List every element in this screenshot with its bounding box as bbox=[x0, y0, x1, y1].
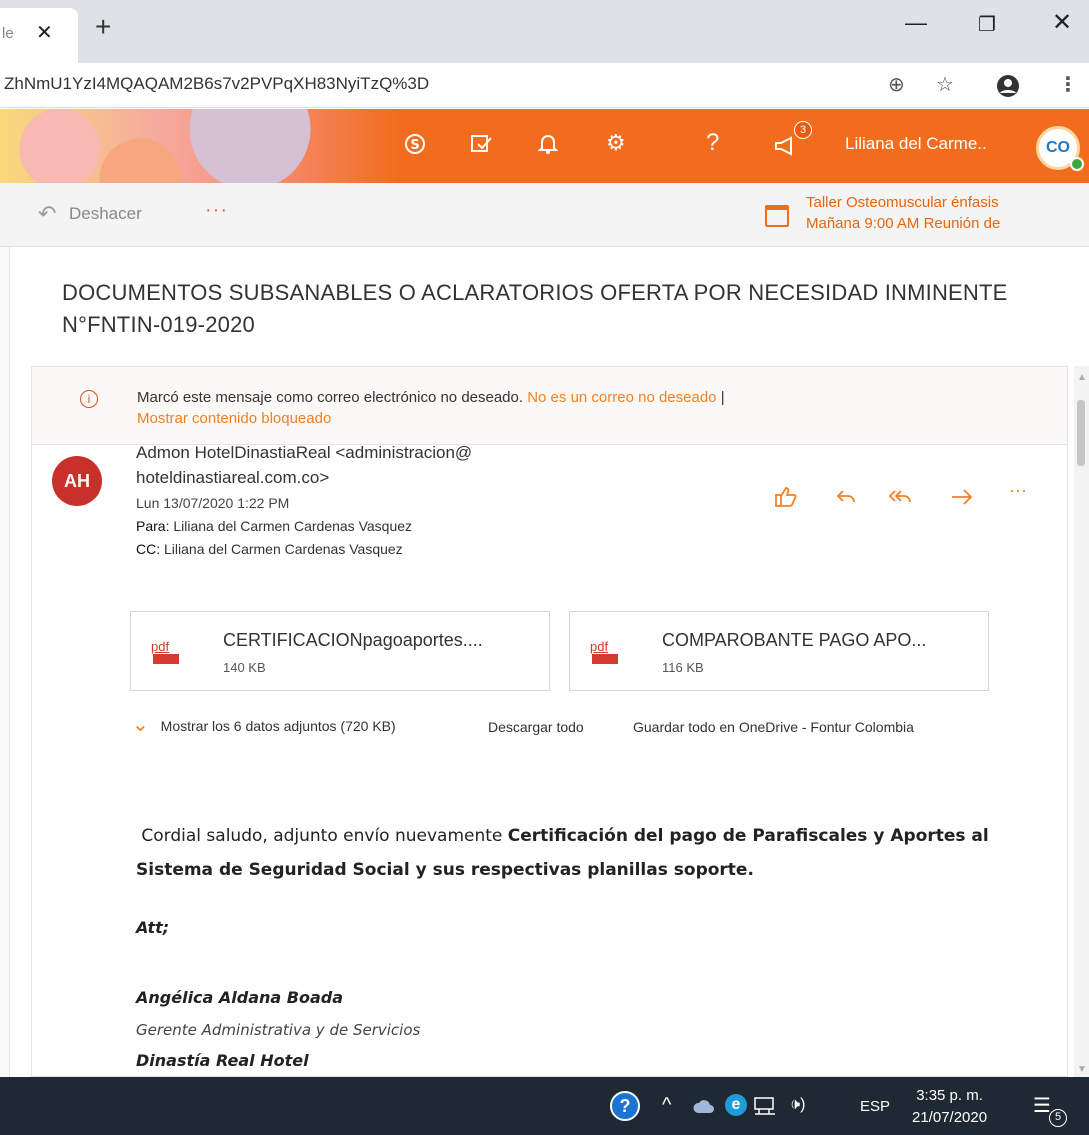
attachment-size: 116 KB bbox=[662, 660, 704, 675]
attachment-name: COMPAROBANTE PAGO APO... bbox=[662, 630, 927, 650]
body-intro: Cordial saludo, adjunto envío nuevamente bbox=[136, 826, 508, 846]
chevron-down-icon: ⌄ bbox=[132, 714, 149, 736]
tab-title: le bbox=[2, 25, 14, 42]
zoom-icon[interactable]: ⊕ bbox=[888, 72, 905, 97]
close-window-button[interactable]: ✕ bbox=[1052, 8, 1072, 37]
clock[interactable]: 3:35 p. m. 21/07/2020 bbox=[912, 1085, 987, 1129]
reply-icon[interactable] bbox=[835, 487, 857, 507]
attachment-card[interactable]: pdf CERTIFICACIONpagoaportes.... 140 KB bbox=[130, 611, 550, 691]
language-indicator[interactable]: ESP bbox=[860, 1098, 890, 1115]
like-icon[interactable] bbox=[773, 485, 799, 509]
undo-button[interactable]: Deshacer bbox=[69, 204, 142, 224]
clock-date: 21/07/2020 bbox=[912, 1109, 988, 1126]
sender-avatar[interactable]: AH bbox=[52, 456, 102, 506]
command-bar: ↶ Deshacer ··· Taller Osteomuscular énfa… bbox=[0, 183, 1089, 247]
address-bar: ZhNmU1YzI4MQAQAM2B6s7v2PVPqXH83NyiTzQ%3D… bbox=[0, 63, 1089, 108]
cc-label: CC: bbox=[136, 541, 161, 557]
more-actions-button[interactable]: ··· bbox=[205, 199, 228, 222]
header-decoration bbox=[0, 109, 400, 183]
download-all-button[interactable]: Descargar todo bbox=[488, 719, 584, 735]
info-icon: i bbox=[80, 390, 98, 408]
show-all-attachments-label: Mostrar los 6 datos adjuntos (720 KB) bbox=[160, 718, 396, 734]
onedrive-icon[interactable] bbox=[692, 1099, 716, 1115]
junk-notice-bar: i Marcó este mensaje como correo electró… bbox=[32, 367, 1067, 445]
todo-icon[interactable] bbox=[470, 133, 494, 155]
message-date: Lun 13/07/2020 1:22 PM bbox=[136, 495, 290, 511]
to-label: Para: bbox=[136, 518, 170, 534]
show-all-attachments[interactable]: ⌄ Mostrar los 6 datos adjuntos (720 KB) bbox=[132, 712, 396, 737]
message-card: i Marcó este mensaje como correo electró… bbox=[31, 366, 1068, 1077]
pdf-icon: pdf bbox=[151, 632, 179, 668]
reminder-detail: Mañana 9:00 AM Reunión de bbox=[806, 215, 1001, 232]
scroll-up-icon[interactable]: ▲ bbox=[1077, 372, 1087, 383]
to-recipient[interactable]: Liliana del Carmen Cardenas Vasquez bbox=[173, 518, 412, 534]
message-subject: DOCUMENTOS SUBSANABLES O ACLARATORIOS OF… bbox=[62, 280, 1008, 337]
gear-icon[interactable]: ⚙ bbox=[606, 130, 626, 156]
junk-notice-label: Marcó este mensaje como correo electróni… bbox=[137, 389, 524, 406]
save-to-onedrive-button[interactable]: Guardar todo en OneDrive - Fontur Colomb… bbox=[633, 719, 914, 735]
volume-icon[interactable]: 🕩) bbox=[790, 1096, 805, 1114]
profile-icon[interactable] bbox=[996, 74, 1020, 98]
signature-att: Att; bbox=[136, 918, 170, 937]
undo-icon[interactable]: ↶ bbox=[38, 201, 56, 227]
signature-company: Dinastía Real Hotel bbox=[136, 1051, 309, 1070]
folder-pane-edge bbox=[0, 247, 10, 1077]
pdf-icon: pdf bbox=[590, 632, 618, 668]
browser-tab-strip: le ✕ + — ❐ ✕ bbox=[0, 0, 1089, 63]
scrollbar[interactable]: ▲ ▼ bbox=[1074, 366, 1089, 1077]
attachment-name: CERTIFICACIONpagoaportes.... bbox=[223, 630, 483, 650]
new-tab-button[interactable]: + bbox=[95, 13, 111, 41]
windows-taskbar: ? ^ e 🕩) ESP 3:35 p. m. 21/07/2020 ☰ 5 bbox=[0, 1077, 1089, 1135]
outlook-header: S ⚙ ? 3 Liliana del Carme.. CO bbox=[0, 109, 1089, 183]
action-center-badge: 5 bbox=[1049, 1109, 1067, 1127]
presence-status-icon bbox=[1070, 157, 1084, 171]
attachment-card[interactable]: pdf COMPAROBANTE PAGO APO... 116 KB bbox=[569, 611, 989, 691]
minimize-button[interactable]: — bbox=[905, 10, 927, 36]
help-icon[interactable]: ? bbox=[706, 129, 719, 157]
reminder-title: Taller Osteomuscular énfasis bbox=[806, 194, 999, 211]
edge-icon[interactable]: e bbox=[725, 1094, 747, 1116]
url-input[interactable]: ZhNmU1YzI4MQAQAM2B6s7v2PVPqXH83NyiTzQ%3D bbox=[4, 74, 429, 94]
reply-all-icon[interactable] bbox=[887, 487, 915, 507]
signature-name: Angélica Aldana Boada bbox=[136, 988, 344, 1007]
browser-menu-icon[interactable]: ⋮ bbox=[1058, 72, 1078, 97]
calendar-icon[interactable] bbox=[765, 205, 789, 227]
attachment-size: 140 KB bbox=[223, 660, 266, 675]
maximize-button[interactable]: ❐ bbox=[978, 12, 996, 37]
junk-notice-text: Marcó este mensaje como correo electróni… bbox=[137, 387, 725, 429]
message-body: Cordial saludo, adjunto envío nuevamente… bbox=[136, 819, 1016, 887]
sender-name-line: Admon HotelDinastiaReal <administracion@ bbox=[136, 443, 473, 462]
more-message-actions-button[interactable]: ··· bbox=[1009, 480, 1027, 501]
action-center-icon[interactable]: ☰ bbox=[1033, 1093, 1051, 1118]
megaphone-icon[interactable] bbox=[773, 135, 799, 157]
bell-icon[interactable] bbox=[538, 133, 558, 155]
calendar-reminder[interactable]: Taller Osteomuscular énfasis Mañana 9:00… bbox=[806, 192, 1000, 234]
scrollbar-thumb[interactable] bbox=[1077, 400, 1085, 466]
skype-icon[interactable]: S bbox=[404, 133, 426, 155]
help-icon[interactable]: ? bbox=[610, 1091, 640, 1121]
user-name[interactable]: Liliana del Carme.. bbox=[845, 134, 987, 154]
bookmark-star-icon[interactable]: ☆ bbox=[936, 72, 954, 97]
forward-icon[interactable] bbox=[949, 487, 975, 507]
browser-tab[interactable]: le ✕ bbox=[0, 8, 78, 63]
not-junk-link[interactable]: No es un correo no deseado bbox=[527, 389, 716, 406]
show-blocked-content-link[interactable]: Mostrar contenido bloqueado bbox=[137, 410, 331, 427]
network-icon[interactable] bbox=[753, 1096, 777, 1116]
chevron-up-icon[interactable]: ^ bbox=[662, 1094, 671, 1117]
separator: | bbox=[720, 389, 725, 406]
sender[interactable]: Admon HotelDinastiaReal <administracion@… bbox=[136, 440, 472, 490]
svg-text:S: S bbox=[410, 138, 419, 153]
clock-time: 3:35 p. m. bbox=[916, 1087, 983, 1104]
cc-line: CC: Liliana del Carmen Cardenas Vasquez bbox=[136, 541, 403, 557]
scroll-down-icon[interactable]: ▼ bbox=[1077, 1064, 1087, 1075]
signature-title: Gerente Administrativa y de Servicios bbox=[136, 1021, 421, 1039]
sender-email-line: hoteldinastiareal.com.co> bbox=[136, 468, 330, 487]
tab-close-icon[interactable]: ✕ bbox=[36, 20, 53, 45]
cc-recipient[interactable]: Liliana del Carmen Cardenas Vasquez bbox=[164, 541, 403, 557]
notification-badge: 3 bbox=[794, 121, 812, 139]
to-line: Para: Liliana del Carmen Cardenas Vasque… bbox=[136, 518, 412, 534]
